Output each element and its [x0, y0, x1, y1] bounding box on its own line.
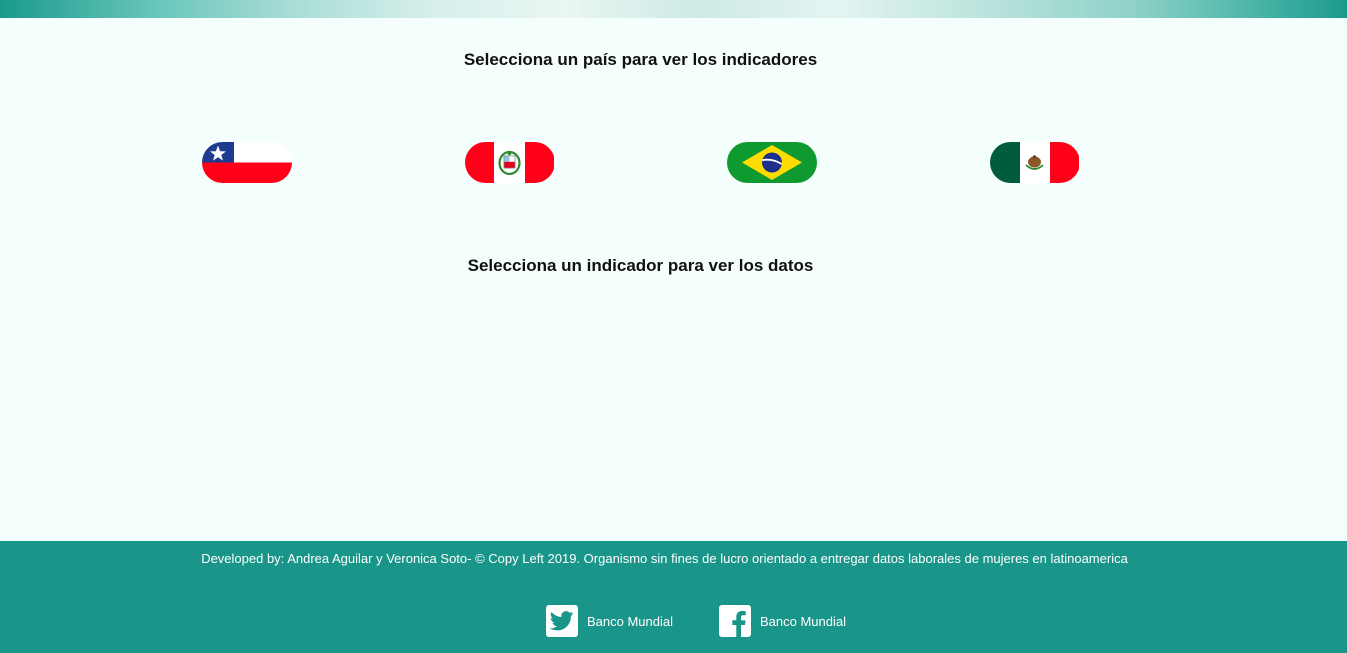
facebook-link-label: Banco Mundial [760, 613, 846, 629]
footer-credits: Developed by: Andrea Aguilar y Veronica … [201, 551, 1128, 566]
brazil-flag-icon [727, 142, 817, 183]
chile-flag-icon [202, 142, 292, 183]
header-banner [0, 0, 1347, 18]
mexico-flag-icon [990, 142, 1079, 183]
twitter-link[interactable]: Banco Mundial [546, 605, 673, 637]
indicator-select-heading: Selecciona un indicador para ver los dat… [467, 256, 814, 275]
country-select-heading: Selecciona un país para ver los indicado… [463, 50, 818, 69]
mexico-flag-button[interactable] [990, 142, 1080, 183]
peru-flag-button[interactable] [465, 142, 555, 183]
twitter-link-label: Banco Mundial [587, 613, 673, 629]
brazil-flag-button[interactable] [727, 142, 817, 183]
peru-flag-icon [465, 142, 554, 183]
facebook-link[interactable]: Banco Mundial [719, 605, 846, 637]
twitter-icon [546, 605, 578, 637]
chile-flag-button[interactable] [202, 142, 292, 183]
facebook-icon [719, 605, 751, 637]
footer: Developed by: Andrea Aguilar y Veronica … [0, 541, 1347, 653]
